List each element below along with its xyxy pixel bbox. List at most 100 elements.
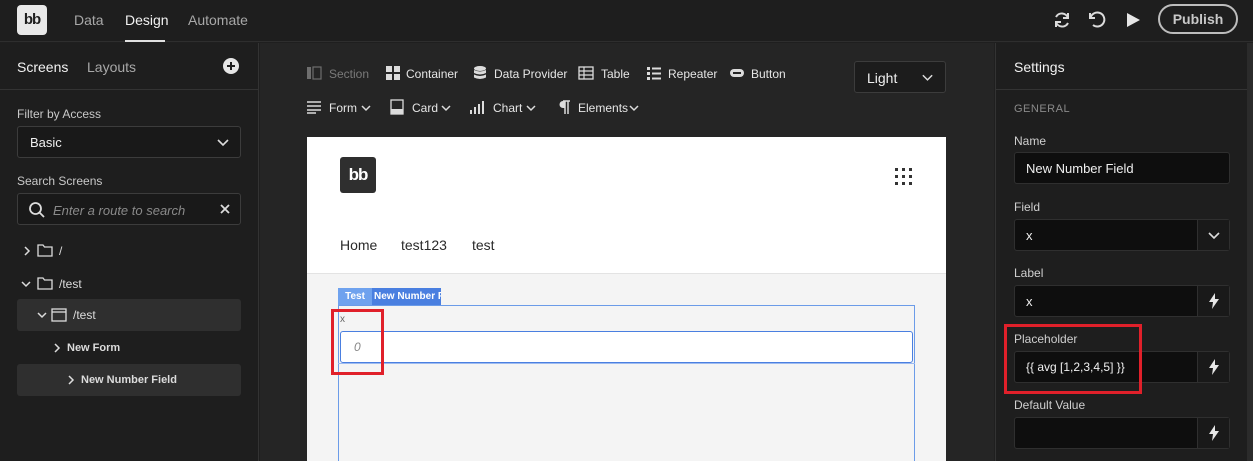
chevron-down-icon[interactable]: [21, 280, 31, 288]
tree-item-label: /test: [59, 277, 82, 291]
field-label: Field: [1014, 200, 1041, 214]
tool-label: Container: [406, 67, 459, 81]
name-label: Name: [1014, 134, 1047, 148]
add-data-provider-button[interactable]: Data Provider: [472, 65, 567, 83]
add-table-button[interactable]: Table: [578, 65, 633, 83]
tree-item-root[interactable]: /: [17, 235, 241, 267]
tree-item-test-screen[interactable]: /test: [17, 299, 241, 331]
component-tag: Test New Number Field: [338, 288, 441, 305]
button-icon: [730, 69, 744, 77]
tool-label: Data Provider: [494, 67, 568, 81]
search-label: Search Screens: [17, 174, 103, 188]
add-repeater-button[interactable]: Repeater: [646, 65, 720, 83]
number-field-input[interactable]: 0: [340, 331, 913, 363]
theme-value: Light: [867, 70, 898, 86]
field-select[interactable]: x: [1014, 219, 1230, 251]
lightning-icon: [1209, 359, 1219, 375]
tree-item-label: New Number Field: [81, 374, 177, 386]
tool-label: Repeater: [668, 67, 718, 81]
tree-item-new-number-field[interactable]: New Number Field: [17, 364, 241, 396]
access-filter-select[interactable]: Basic: [17, 126, 241, 158]
tab-screens[interactable]: Screens: [17, 59, 68, 75]
nav-link-home[interactable]: Home: [340, 237, 377, 253]
form-outline[interactable]: [338, 305, 915, 461]
add-button-button[interactable]: Button: [729, 65, 791, 83]
tree-item-test-folder[interactable]: /test: [17, 268, 241, 300]
screen-search-input[interactable]: Enter a route to search: [17, 193, 241, 225]
chevron-down-icon: [361, 105, 371, 112]
add-elements-dropdown[interactable]: Elements: [556, 99, 642, 117]
add-section-button[interactable]: Section: [306, 65, 370, 83]
grid-menu-icon[interactable]: [895, 168, 912, 185]
chart-icon: [470, 101, 484, 114]
settings-scrollbar[interactable]: [1247, 43, 1253, 461]
tool-label: Section: [329, 67, 370, 81]
chevron-down-icon: [441, 105, 451, 112]
tab-data[interactable]: Data: [74, 12, 104, 28]
highlight-box: [1004, 324, 1142, 394]
tree-item-label: New Form: [67, 342, 121, 354]
app-preview[interactable]: bb Home test123 test Test New Number Fie…: [307, 137, 946, 461]
card-icon: [390, 99, 404, 115]
chevron-down-icon: [217, 139, 229, 147]
paragraph-icon: [559, 100, 570, 114]
label-binding-button[interactable]: [1197, 286, 1229, 316]
name-value: New Number Field: [1026, 161, 1134, 176]
field-dropdown-button[interactable]: [1197, 220, 1229, 250]
section-icon: [307, 66, 322, 80]
label-value: x: [1026, 294, 1033, 309]
tab-automate[interactable]: Automate: [188, 12, 248, 28]
nav-link-test[interactable]: test: [472, 237, 495, 253]
undo-icon[interactable]: [1087, 10, 1107, 30]
nav-link-test123[interactable]: test123: [401, 237, 447, 253]
label-input[interactable]: x: [1014, 285, 1230, 317]
add-screen-icon[interactable]: [222, 57, 240, 75]
search-placeholder: Enter a route to search: [53, 203, 186, 218]
theme-select[interactable]: Light: [854, 61, 946, 93]
clear-search-icon[interactable]: [220, 204, 230, 214]
name-input[interactable]: New Number Field: [1014, 152, 1230, 184]
lightning-icon: [1209, 293, 1219, 309]
refresh-icon[interactable]: [1052, 10, 1072, 30]
settings-title: Settings: [1014, 59, 1065, 75]
tab-layouts[interactable]: Layouts: [87, 59, 136, 75]
default-value-binding-button[interactable]: [1197, 418, 1229, 448]
tab-design[interactable]: Design: [125, 12, 169, 28]
chevron-down-icon: [922, 74, 933, 81]
tool-label: Button: [751, 67, 786, 81]
component-tag-prefix: Test: [338, 288, 372, 305]
default-value-input[interactable]: [1014, 417, 1230, 449]
tree-item-new-form[interactable]: New Form: [17, 332, 241, 364]
chevron-right-icon[interactable]: [23, 246, 31, 256]
settings-panel: Settings GENERAL Name New Number Field F…: [995, 43, 1253, 461]
access-filter-value: Basic: [30, 135, 62, 150]
placeholder-binding-button[interactable]: [1197, 352, 1229, 382]
divider: [338, 363, 915, 364]
chevron-down-icon: [526, 105, 536, 112]
label-label: Label: [1014, 266, 1044, 280]
publish-button[interactable]: Publish: [1158, 4, 1238, 34]
tree-item-label: /test: [73, 308, 96, 322]
field-value: x: [1026, 228, 1033, 243]
chevron-right-icon[interactable]: [67, 375, 75, 385]
tool-label: Elements: [578, 101, 629, 115]
add-chart-dropdown[interactable]: Chart: [469, 99, 539, 117]
chevron-down-icon: [1208, 232, 1220, 240]
add-card-dropdown[interactable]: Card: [389, 99, 453, 117]
add-form-dropdown[interactable]: Form: [306, 99, 372, 117]
chevron-down-icon[interactable]: [37, 311, 47, 319]
divider: [996, 89, 1248, 90]
lightning-icon: [1209, 425, 1219, 441]
folder-icon: [37, 244, 53, 257]
preview-logo: bb: [340, 157, 376, 193]
chevron-right-icon[interactable]: [53, 343, 61, 353]
play-icon[interactable]: [1123, 10, 1143, 30]
preview-navigation: bb Home test123 test: [307, 137, 946, 274]
search-icon: [29, 202, 45, 218]
folder-icon: [37, 277, 53, 290]
app-logo[interactable]: bb: [17, 5, 47, 35]
top-bar: bb Data Design Automate Publish: [0, 0, 1253, 42]
add-container-button[interactable]: Container: [385, 65, 461, 83]
left-panel: Screens Layouts Filter by Access Basic S…: [0, 43, 259, 461]
database-icon: [474, 66, 486, 79]
